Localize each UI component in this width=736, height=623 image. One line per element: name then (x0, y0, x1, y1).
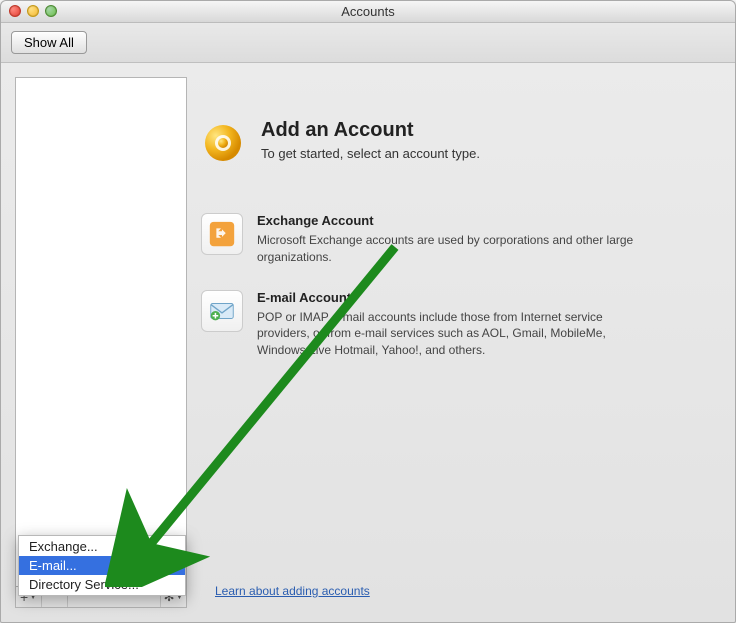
close-icon[interactable] (9, 5, 21, 17)
email-desc: POP or IMAP e-mail accounts include thos… (257, 309, 657, 359)
hero-title: Add an Account (261, 119, 480, 142)
hero-text: Add an Account To get started, select an… (261, 119, 480, 165)
content: +▼ − ✻▼ (15, 77, 721, 608)
exchange-desc: Microsoft Exchange accounts are used by … (257, 232, 657, 266)
exchange-icon (201, 213, 243, 255)
minimize-icon[interactable] (27, 5, 39, 17)
window-title: Accounts (341, 4, 394, 19)
toolbar: Show All (1, 23, 735, 63)
exchange-account-option[interactable]: Exchange Account Microsoft Exchange acco… (201, 213, 721, 266)
exchange-title: Exchange Account (257, 213, 657, 228)
accounts-window: Accounts Show All +▼ − ✻▼ (0, 0, 736, 623)
window-controls (9, 5, 57, 17)
titlebar: Accounts (1, 1, 735, 23)
email-account-option[interactable]: E-mail Account POP or IMAP e-mail accoun… (201, 290, 721, 359)
add-account-menu: Exchange... E-mail... Directory Service.… (18, 535, 186, 596)
outlook-icon (201, 121, 245, 165)
menu-item-exchange[interactable]: Exchange... (19, 537, 185, 556)
accounts-sidebar: +▼ − ✻▼ (15, 77, 187, 608)
zoom-icon[interactable] (45, 5, 57, 17)
email-title: E-mail Account (257, 290, 657, 305)
menu-item-directory-service[interactable]: Directory Service... (19, 575, 185, 594)
account-type-list: Exchange Account Microsoft Exchange acco… (201, 213, 721, 359)
show-all-button[interactable]: Show All (11, 31, 87, 54)
email-icon (201, 290, 243, 332)
hero: Add an Account To get started, select an… (201, 119, 721, 165)
main-pane: Add an Account To get started, select an… (201, 77, 721, 608)
hero-subtitle: To get started, select an account type. (261, 146, 480, 161)
learn-link[interactable]: Learn about adding accounts (215, 584, 370, 598)
menu-item-email[interactable]: E-mail... (19, 556, 185, 575)
